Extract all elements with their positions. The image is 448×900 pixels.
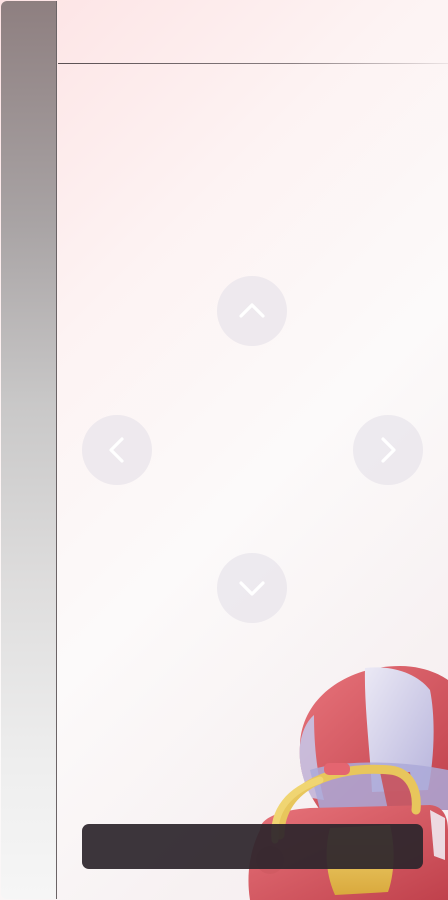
right-button[interactable] (353, 415, 423, 485)
chevron-right-icon (381, 437, 396, 463)
chevron-down-icon (239, 581, 265, 596)
app-screen (0, 0, 448, 900)
chevron-left-icon (109, 437, 124, 463)
bottom-bar[interactable] (82, 824, 423, 869)
up-button[interactable] (217, 276, 287, 346)
top-bar (58, 0, 448, 64)
chevron-up-icon (239, 303, 265, 318)
side-panel (1, 1, 57, 899)
down-button[interactable] (217, 553, 287, 623)
left-button[interactable] (82, 415, 152, 485)
